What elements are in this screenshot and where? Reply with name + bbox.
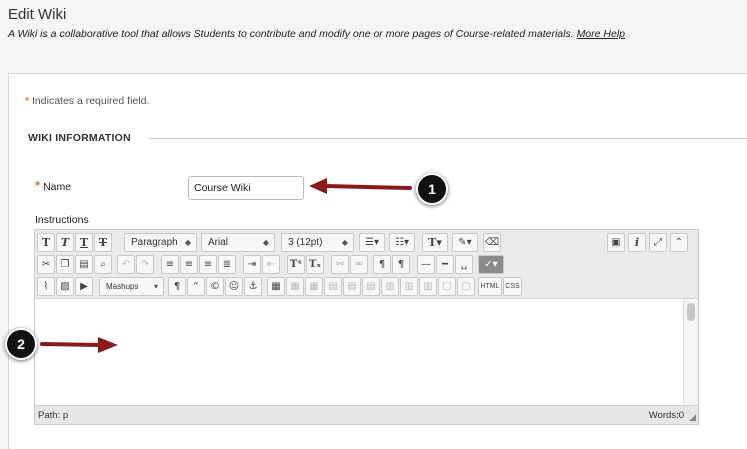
text-color-icon[interactable]: T▾ [422,233,448,252]
insert-col-after-icon[interactable]: ▥ [400,277,418,296]
editor-toolbar: T T T T Paragraph ◆ Arial ◆ 3 (12pt) ◆ ☰▾ ☷… [35,230,698,299]
callout-2: 2 [5,328,37,360]
strikethrough-icon[interactable]: T [94,233,112,252]
align-center-icon[interactable]: ≡ [180,255,198,274]
insert-col-before-icon[interactable]: ▥ [381,277,399,296]
section-divider [149,138,747,139]
nonbreaking-space-icon[interactable]: ␣ [455,255,473,274]
align-left-icon[interactable]: ≡ [161,255,179,274]
indent-icon[interactable]: ⇥ [243,255,261,274]
paragraph-format-select[interactable]: Paragraph ◆ [124,233,197,252]
find-replace-icon[interactable]: ⌕ [94,255,112,274]
emoticon-icon[interactable]: ☺ [225,277,243,296]
arrow-to-name-field-icon [309,178,412,194]
size-select-value: 3 (12pt) [288,237,323,248]
instructions-label: Instructions [35,214,89,226]
preview-icon[interactable]: ▣ [607,233,625,252]
instructions-editor: T T T T Paragraph ◆ Arial ◆ 3 (12pt) ◆ ☰▾ ☷… [34,229,699,425]
editor-statusbar: Path: p Words:0 ◢ [35,405,698,424]
font-family-select[interactable]: Arial ◆ [201,233,275,252]
required-note: * Indicates a required field. [25,95,149,107]
delete-col-icon[interactable]: ▥ [419,277,437,296]
paragraph-select-value: Paragraph [131,237,178,248]
table-row-props-icon[interactable]: ▦ [286,277,304,296]
pilcrow-icon[interactable]: ¶ [168,277,186,296]
select-caret-icon: ▾ [153,282,158,291]
thick-rule-icon[interactable]: ━ [436,255,454,274]
anchor-icon[interactable]: ⚓ [244,277,262,296]
insert-image-icon[interactable]: ▨ [56,277,74,296]
css-editor-button[interactable]: CSS [503,277,522,296]
description-text: A Wiki is a collaborative tool that allo… [8,28,574,40]
arrow-to-editor-area-icon [40,337,118,353]
resize-handle-icon[interactable]: ◢ [689,412,696,423]
cut-icon[interactable]: ✂ [37,255,55,274]
align-justify-icon[interactable]: ≣ [218,255,236,274]
insert-table-icon[interactable]: ▦ [267,277,285,296]
word-count: Words:0 [648,410,684,421]
required-note-text: Indicates a required field. [29,95,150,107]
bold-icon[interactable]: T [37,233,55,252]
bullet-list-icon[interactable]: ☰▾ [359,233,385,252]
name-field[interactable] [188,176,304,200]
paste-icon[interactable]: ▤ [75,255,93,274]
insert-row-after-icon[interactable]: ▤ [343,277,361,296]
table-cell-props-icon[interactable]: ▦ [305,277,323,296]
editor-content-area[interactable] [35,299,698,407]
collapse-toolbar-icon[interactable]: ⌃ [670,233,688,252]
copyright-icon[interactable]: © [206,277,224,296]
editor-scrollbar[interactable] [683,299,698,407]
page-title: Edit Wiki [8,6,67,23]
insert-row-before-icon[interactable]: ▤ [324,277,342,296]
numbered-list-icon[interactable]: ☷▾ [389,233,415,252]
select-caret-icon: ◆ [341,238,348,247]
italic-icon[interactable]: T [56,233,74,252]
outdent-icon[interactable]: ⇤ [262,255,280,274]
unlink-icon[interactable]: ⚮ [350,255,368,274]
merge-cells-icon[interactable]: ▢ [457,277,475,296]
rtl-direction-icon[interactable]: ¶ [392,255,410,274]
redo-icon[interactable]: ↷ [136,255,154,274]
superscript-icon[interactable]: Tˣ [287,255,305,274]
split-cells-icon[interactable]: ▢ [438,277,456,296]
font-size-select[interactable]: 3 (12pt) ◆ [281,233,354,252]
select-caret-icon: ◆ [184,238,191,247]
required-star-icon: * [35,178,41,193]
spellcheck-icon[interactable]: ✓▾ [478,255,504,274]
wiki-form-panel: * Indicates a required field. WIKI INFOR… [8,73,747,449]
mashups-select-value: Mashups [106,282,139,291]
highlight-color-icon[interactable]: ✎▾ [452,233,478,252]
subscript-icon[interactable]: Tₓ [306,255,324,274]
insert-media-icon[interactable]: ▶ [75,277,93,296]
copy-icon[interactable]: ❐ [56,255,74,274]
select-caret-icon: ◆ [262,238,269,247]
horizontal-rule-icon[interactable]: — [417,255,435,274]
ltr-direction-icon[interactable]: ¶ [373,255,391,274]
undo-icon[interactable]: ↶ [117,255,135,274]
blockquote-icon[interactable]: “ [187,277,205,296]
delete-row-icon[interactable]: ▤ [362,277,380,296]
html-source-button[interactable]: HTML [478,277,502,296]
section-title: WIKI INFORMATION [28,132,131,144]
mashups-select[interactable]: Mashups ▾ [99,277,164,296]
align-right-icon[interactable]: ≡ [199,255,217,274]
name-label-text: Name [43,181,72,193]
callout-1: 1 [416,173,448,205]
info-icon[interactable]: i [628,233,646,252]
element-path: Path: p [38,410,69,421]
attach-file-icon[interactable]: ⌇ [37,277,55,296]
font-select-value: Arial [208,237,229,248]
underline-icon[interactable]: T [75,233,93,252]
name-label: * Name [35,178,71,193]
link-icon[interactable]: ⚯ [331,255,349,274]
clear-formatting-icon[interactable]: ⌫ [483,233,501,252]
page-description: A Wiki is a collaborative tool that allo… [8,28,625,40]
more-help-link[interactable]: More Help [577,28,625,40]
scrollbar-thumb[interactable] [687,303,695,321]
fullscreen-icon[interactable]: ⤢ [649,233,667,252]
